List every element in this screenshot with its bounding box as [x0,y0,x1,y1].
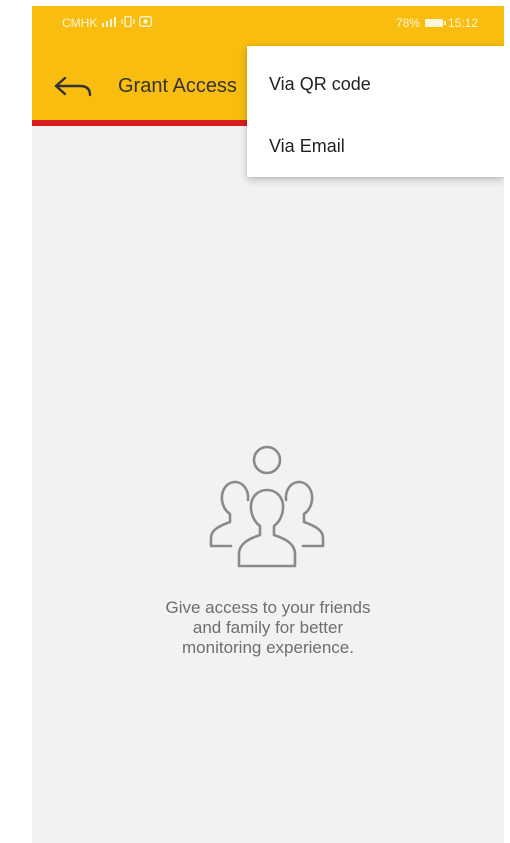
battery-percent: 78% [395,16,420,30]
status-bar: CMHK 78% 15:12 [32,6,504,39]
carrier-name: CMHK [62,16,98,30]
clock: 15:12 [447,16,478,30]
people-group-icon [197,442,337,572]
arrow-left-icon [54,76,92,97]
share-options-menu: Via QR code Via Email [247,46,504,177]
empty-state-line: Give access to your friends [165,598,371,617]
camera-icon [139,16,153,30]
status-right: 78% 15:12 [396,16,478,30]
signal-icon [101,16,117,30]
vibrate-icon [121,15,135,30]
status-left: CMHK [62,15,153,30]
empty-state-line: monitoring experience. [182,638,354,657]
battery-icon [424,19,446,27]
app-screen: CMHK 78% 15:12 Grant Access Via QR code … [32,6,504,843]
empty-state-line: and family for better [192,618,344,637]
menu-item-via-qr-code[interactable]: Via QR code [247,54,504,116]
menu-item-label: Via Email [269,136,345,156]
menu-item-via-email[interactable]: Via Email [247,116,504,178]
page-title: Grant Access [118,75,237,97]
empty-state-message: Give access to your friends and family f… [88,598,448,658]
back-button[interactable] [52,69,96,105]
menu-item-label: Via QR code [269,74,371,94]
page-root: CMHK 78% 15:12 Grant Access Via QR code … [0,0,510,843]
